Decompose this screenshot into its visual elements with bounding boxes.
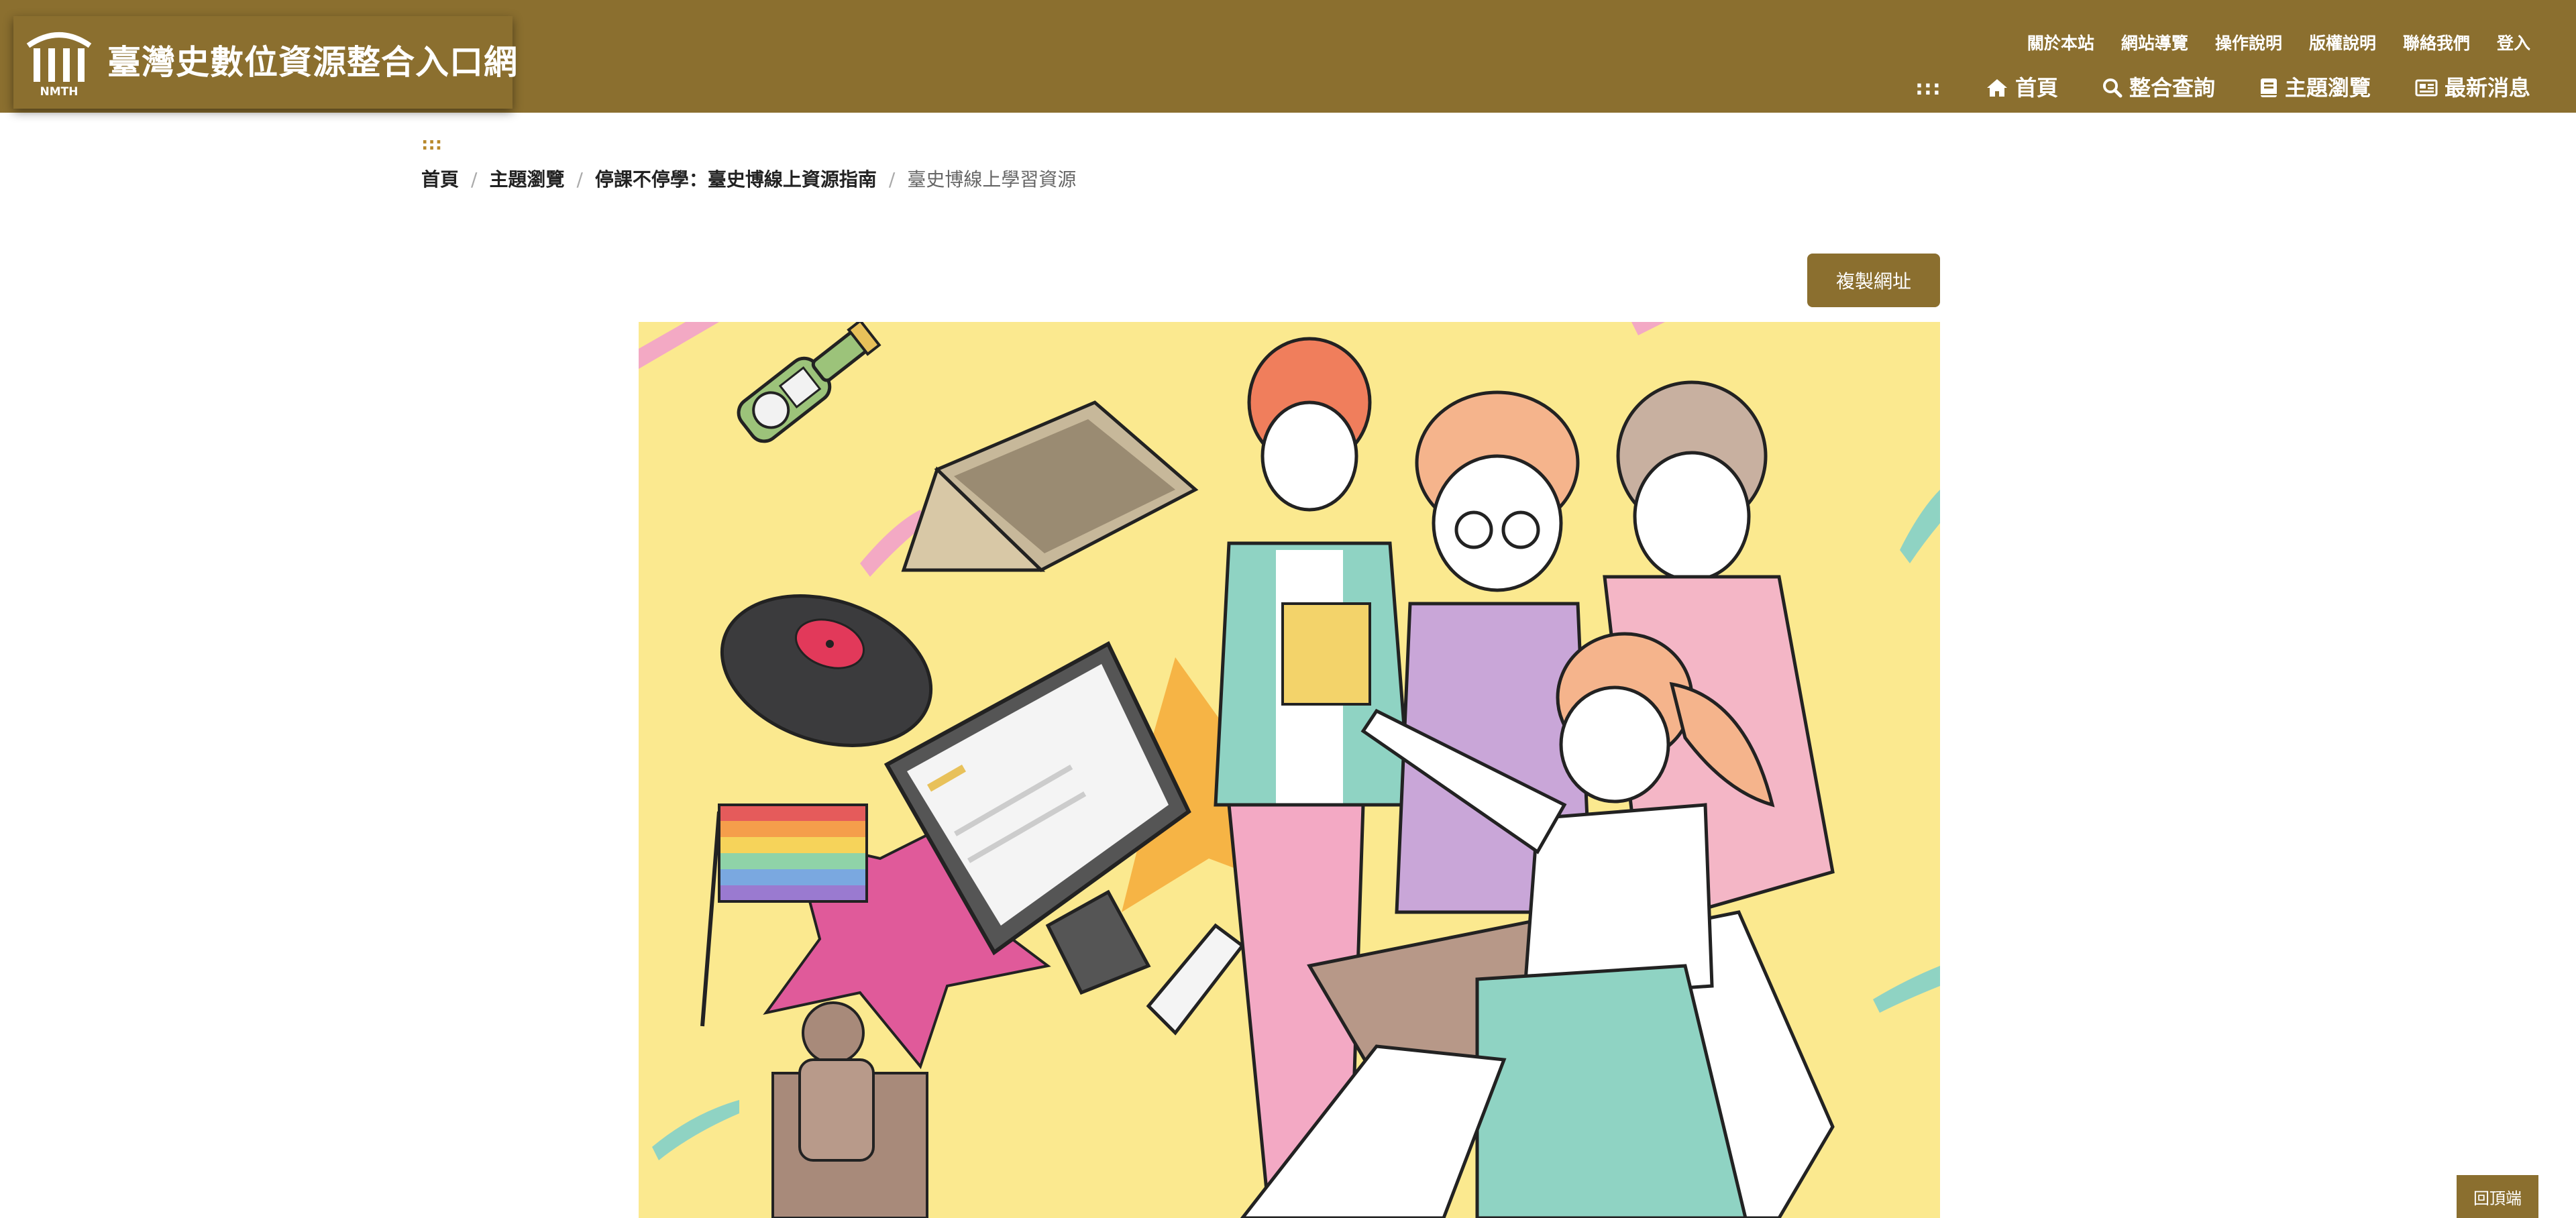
back-to-top-button[interactable]: 回頂端: [2457, 1175, 2538, 1218]
link-about[interactable]: 關於本站: [2027, 32, 2094, 55]
breadcrumb-separator: /: [471, 168, 478, 190]
newspaper-icon: [2415, 79, 2438, 97]
main-nav: ::: 首頁 整合查詢 主題瀏覽 最新消息: [1915, 72, 2530, 103]
link-help[interactable]: 操作說明: [2215, 32, 2282, 55]
breadcrumb-topics[interactable]: 主題瀏覽: [489, 166, 564, 193]
breadcrumb-current: 臺史博線上學習資源: [907, 168, 1077, 190]
nav-news[interactable]: 最新消息: [2415, 72, 2530, 103]
breadcrumb-home[interactable]: 首頁: [421, 166, 459, 193]
home-icon: [1986, 79, 2007, 97]
utility-links: 關於本站 網站導覽 操作說明 版權說明 聯絡我們 登入: [2027, 32, 2530, 55]
breadcrumb-guide[interactable]: 停課不停學：臺史博線上資源指南: [595, 166, 877, 193]
nav-home-label: 首頁: [2015, 75, 2058, 101]
breadcrumb-separator: /: [576, 168, 583, 190]
breadcrumb: 首頁 / 主題瀏覽 / 停課不停學：臺史博線上資源指南 / 臺史博線上學習資源: [421, 166, 1076, 193]
nav-home[interactable]: 首頁: [1986, 72, 2058, 103]
link-contact[interactable]: 聯絡我們: [2403, 32, 2470, 55]
link-copyright[interactable]: 版權說明: [2309, 32, 2376, 55]
logo-text: NMTH: [40, 85, 78, 98]
link-sitemap[interactable]: 網站導覽: [2121, 32, 2188, 55]
vinyl-record-illustration: [720, 594, 933, 747]
site-header: NMTH 臺灣史數位資源整合入口網 關於本站 網站導覽 操作說明 版權說明 聯絡…: [0, 0, 2576, 113]
site-title[interactable]: 臺灣史數位資源整合入口網: [107, 42, 518, 83]
museum-logo-icon: NMTH: [26, 32, 92, 98]
book-icon: [2260, 78, 2277, 97]
nav-topics[interactable]: 主題瀏覽: [2259, 72, 2371, 103]
nav-search[interactable]: 整合查詢: [2102, 72, 2215, 103]
copy-url-button[interactable]: 複製網址: [1807, 254, 1940, 307]
illustration-art: [639, 322, 1940, 1218]
newspaper-illustration: [901, 400, 1199, 573]
content-accesskey[interactable]: :::: [421, 134, 442, 154]
keyboard-illustration: [1146, 923, 1245, 1036]
breadcrumb-separator: /: [888, 168, 896, 190]
hero-illustration: [639, 322, 1940, 1218]
nav-accesskey[interactable]: :::: [1915, 76, 1941, 100]
nav-topics-label: 主題瀏覽: [2284, 75, 2371, 101]
bottle-illustration: [737, 322, 881, 443]
link-login[interactable]: 登入: [2497, 32, 2530, 55]
nav-search-label: 整合查詢: [2129, 75, 2215, 101]
site-logo-link[interactable]: NMTH 臺灣史數位資源整合入口網: [13, 16, 517, 109]
search-icon: [2102, 78, 2123, 98]
nav-news-label: 最新消息: [2444, 75, 2530, 101]
